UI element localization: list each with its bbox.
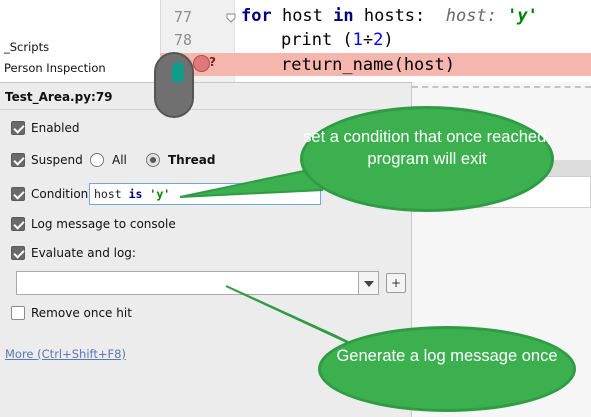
suspend-thread-label: Thread — [168, 153, 216, 167]
suspend-label: Suspend — [31, 153, 83, 167]
suspend-thread-radio[interactable] — [146, 153, 160, 167]
more-link[interactable]: More (Ctrl+Shift+F8) — [5, 347, 126, 361]
log-message-label: Log message to console — [31, 217, 176, 231]
evaluate-and-log-checkbox[interactable] — [11, 246, 25, 260]
line-number: 77 — [173, 8, 192, 26]
suspend-all-label: All — [112, 153, 127, 167]
code-line: return_name(host) — [281, 55, 455, 75]
mouse-button-highlight — [172, 62, 184, 82]
code-line: for host in hosts: host: 'y' — [241, 6, 538, 26]
evaluate-history-dropdown[interactable] — [358, 271, 379, 295]
fold-icon[interactable] — [226, 13, 236, 23]
remove-once-hit-checkbox[interactable] — [11, 306, 25, 320]
project-tree: _Scripts Person Inspection — [0, 0, 160, 82]
breakpoint-icon[interactable] — [193, 55, 210, 72]
suspend-all-radio[interactable] — [90, 153, 104, 167]
evaluate-expression-input[interactable] — [16, 271, 360, 295]
inline-debug-hint: host: 'y' — [445, 6, 538, 26]
mouse-icon — [154, 52, 194, 118]
expand-icon[interactable]: + — [386, 273, 406, 293]
condition-input[interactable]: host is 'y' — [89, 183, 321, 205]
log-message-checkbox[interactable] — [11, 217, 25, 231]
condition-label: Condition: — [31, 187, 93, 201]
separator — [0, 109, 411, 110]
evaluate-and-log-label: Evaluate and log: — [31, 246, 136, 260]
line-number: 78 — [173, 31, 192, 49]
conditional-breakpoint-marker: ? — [209, 55, 216, 69]
enabled-checkbox[interactable] — [11, 121, 25, 135]
code-line: print (1÷2) — [281, 30, 394, 50]
tree-item-person-inspection[interactable]: Person Inspection — [4, 61, 106, 75]
callout-condition: set a condition that once reached, progr… — [300, 106, 554, 212]
tree-item-scripts[interactable]: _Scripts — [4, 40, 49, 54]
callout-log: Generate a log message once — [318, 326, 576, 412]
suspend-checkbox[interactable] — [11, 153, 25, 167]
enabled-label: Enabled — [31, 121, 80, 135]
separator — [412, 86, 591, 88]
dialog-title: Test_Area.py:79 — [5, 90, 113, 104]
condition-checkbox[interactable] — [11, 187, 25, 201]
remove-once-hit-label: Remove once hit — [31, 306, 132, 320]
